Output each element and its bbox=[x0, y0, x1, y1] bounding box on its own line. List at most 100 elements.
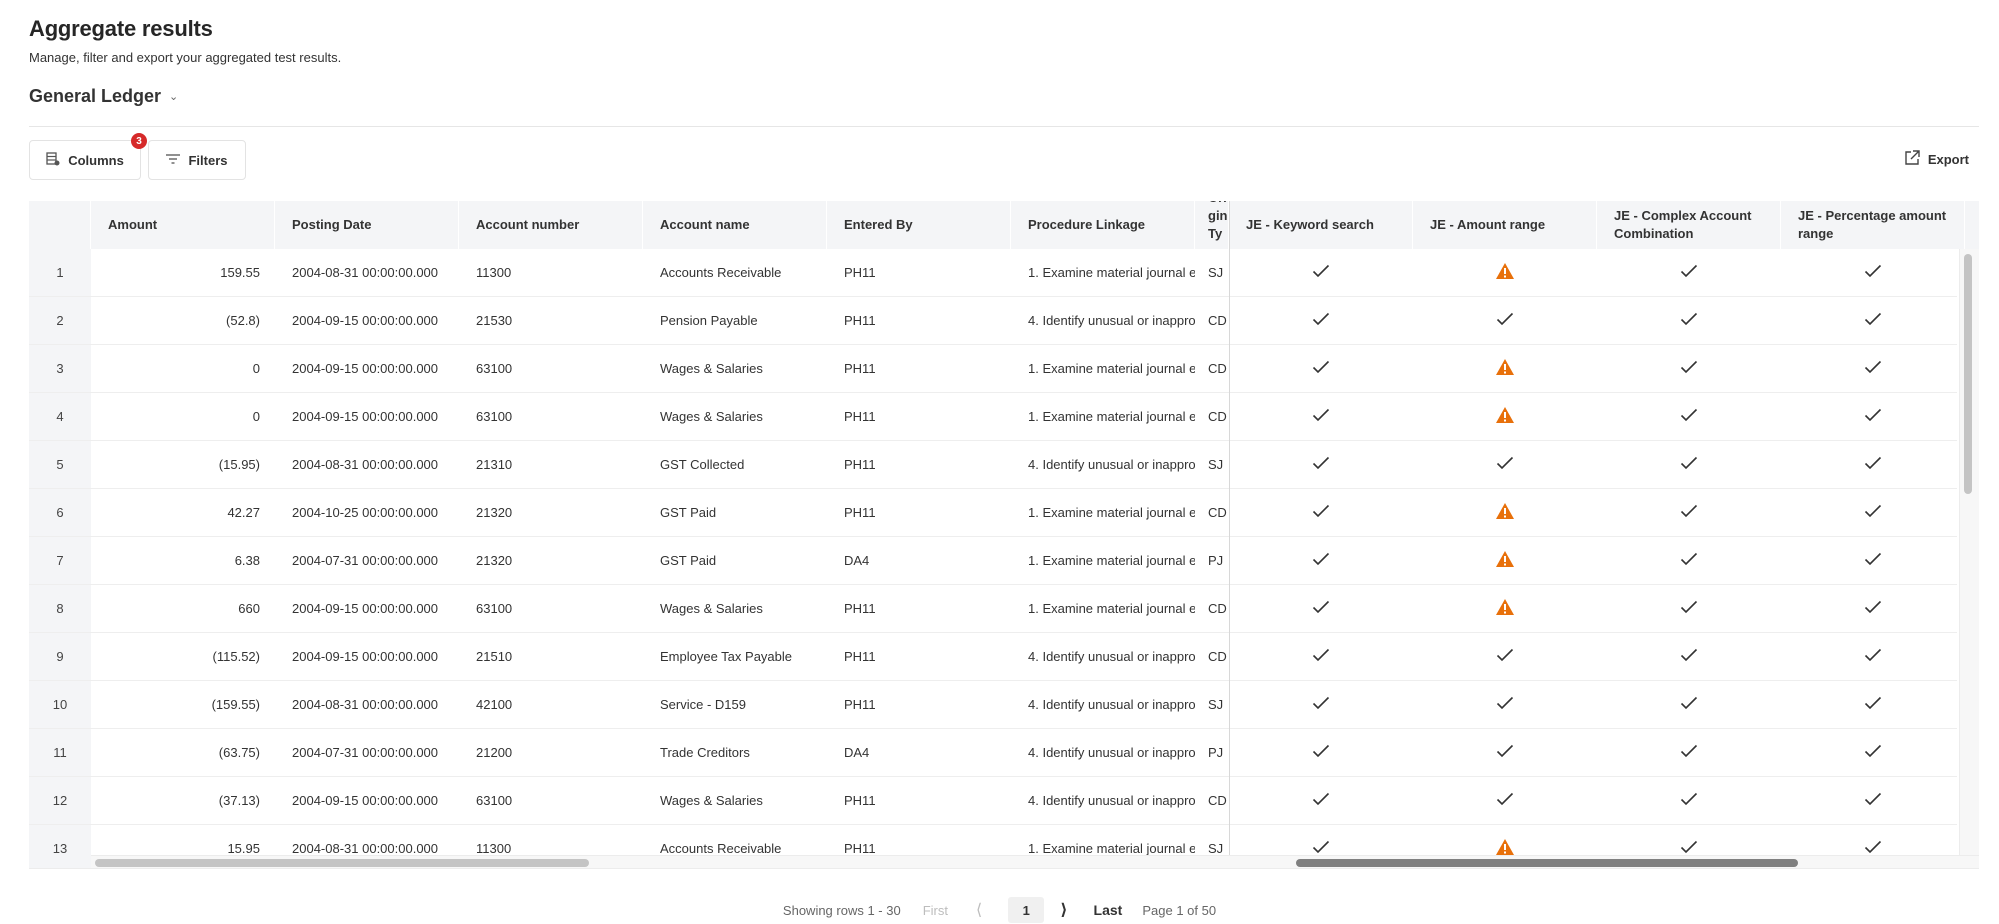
column-header-posting-date[interactable]: Posting Date bbox=[275, 201, 459, 249]
cell-account-name: Wages & Salaries bbox=[660, 409, 763, 424]
cell-account-name: Trade Creditors bbox=[660, 745, 750, 760]
cell-je-percentage-amount-range bbox=[1781, 585, 1965, 632]
table-row[interactable]: 5 (15.95) 2004-08-31 00:00:00.000 21310 GST … bbox=[29, 441, 1957, 489]
check-icon bbox=[1496, 744, 1514, 761]
row-number: 5 bbox=[29, 441, 91, 488]
table-row[interactable]: 4 0 2004-09-15 00:00:00.000 63100 Wages & Sa… bbox=[29, 393, 1957, 441]
cell-je-complex-account-combination bbox=[1597, 633, 1781, 680]
cell-entered-by: PH11 bbox=[844, 409, 876, 424]
cell-entered-by: PH11 bbox=[844, 265, 876, 280]
page-title: Aggregate results bbox=[29, 16, 213, 41]
cell-entered-by: PH11 bbox=[844, 505, 876, 520]
column-header-entered-by[interactable]: Entered By bbox=[827, 201, 1011, 249]
cell-je-amount-range bbox=[1413, 585, 1597, 632]
horizontal-scrollbar[interactable] bbox=[91, 855, 1979, 868]
cell-je-keyword-search bbox=[1229, 441, 1413, 488]
cell-je-keyword-search bbox=[1229, 585, 1413, 632]
cell-amount: (37.13) bbox=[218, 793, 260, 808]
first-page-button[interactable]: First bbox=[923, 903, 948, 918]
horizontal-scrollbar-thumb-left[interactable] bbox=[95, 859, 589, 867]
page-subtitle: Manage, filter and export your aggregate… bbox=[29, 50, 342, 65]
check-icon bbox=[1496, 648, 1514, 665]
check-icon bbox=[1864, 408, 1882, 425]
cell-je-percentage-amount-range bbox=[1781, 345, 1965, 392]
cell-posting-date: 2004-08-31 00:00:00.000 bbox=[292, 697, 439, 712]
cell-amount: 6.38 bbox=[234, 553, 260, 568]
row-number: 3 bbox=[29, 345, 91, 392]
check-icon bbox=[1864, 312, 1882, 329]
check-icon bbox=[1312, 408, 1330, 425]
table-row[interactable]: 7 6.38 2004-07-31 00:00:00.000 21320 GST Pai… bbox=[29, 537, 1957, 585]
cell-account-name: Accounts Receivable bbox=[660, 265, 782, 280]
cell-je-amount-range bbox=[1413, 297, 1597, 344]
column-header-je-complex-account-combination[interactable]: JE - Complex Account Combination bbox=[1597, 201, 1781, 249]
check-icon bbox=[1864, 792, 1882, 809]
table-header: Amount Posting Date Account number Account … bbox=[29, 201, 1979, 249]
external-link-icon bbox=[1904, 150, 1920, 169]
row-number: 1 bbox=[29, 249, 91, 296]
header-divider bbox=[29, 126, 1979, 127]
cell-account-number: 21530 bbox=[476, 313, 513, 328]
cell-procedure-linkage: 4. Identify unusual or inapprop bbox=[1028, 313, 1195, 328]
cell-entered-by: PH11 bbox=[844, 649, 876, 664]
last-page-button[interactable]: Last bbox=[1094, 902, 1123, 918]
horizontal-scrollbar-thumb-right[interactable] bbox=[1296, 859, 1798, 867]
table-row[interactable]: 3 0 2004-09-15 00:00:00.000 63100 Wages & Sa… bbox=[29, 345, 1957, 393]
cell-je-percentage-amount-range bbox=[1781, 681, 1965, 728]
export-button[interactable]: Export bbox=[1904, 150, 1969, 169]
columns-button[interactable]: Columns 3 bbox=[29, 133, 147, 180]
check-icon bbox=[1312, 648, 1330, 665]
columns-icon bbox=[46, 151, 60, 169]
dataset-selector[interactable]: General Ledger ⌄ bbox=[29, 86, 178, 107]
table-row[interactable]: 11 (63.75) 2004-07-31 00:00:00.000 21200 Tra… bbox=[29, 729, 1957, 777]
check-icon bbox=[1312, 504, 1330, 521]
cell-entered-by: PH11 bbox=[844, 601, 876, 616]
cell-origin-type: SJ bbox=[1208, 697, 1224, 712]
column-header-je-percentage-amount-range[interactable]: JE - Percentage amount range bbox=[1781, 201, 1965, 249]
chevron-right-icon[interactable]: ⟩ bbox=[1060, 900, 1067, 920]
export-label: Export bbox=[1927, 152, 1969, 167]
table-row[interactable]: 9 (115.52) 2004-09-15 00:00:00.000 21510 Emp… bbox=[29, 633, 1957, 681]
vertical-scrollbar[interactable] bbox=[1959, 249, 1979, 855]
column-header-account-number[interactable]: Account number bbox=[459, 201, 643, 249]
cell-je-complex-account-combination bbox=[1597, 681, 1781, 728]
check-icon bbox=[1312, 552, 1330, 569]
table-row[interactable]: 12 (37.13) 2004-09-15 00:00:00.000 63100 Wag… bbox=[29, 777, 1957, 825]
filters-button[interactable]: Filters bbox=[148, 140, 246, 180]
pinned-columns-divider bbox=[1229, 201, 1230, 868]
cell-procedure-linkage: 4. Identify unusual or inapprop bbox=[1028, 745, 1195, 760]
column-header-account-name[interactable]: Account name bbox=[643, 201, 827, 249]
column-header-je-amount-range[interactable]: JE - Amount range bbox=[1413, 201, 1597, 249]
cell-je-complex-account-combination bbox=[1597, 441, 1781, 488]
table-row[interactable]: 1 159.55 2004-08-31 00:00:00.000 11300 Accou… bbox=[29, 249, 1957, 297]
warning-icon bbox=[1495, 262, 1515, 283]
table-row[interactable]: 2 (52.8) 2004-09-15 00:00:00.000 21530 Pensi… bbox=[29, 297, 1957, 345]
cell-account-number: 21310 bbox=[476, 457, 513, 472]
cell-procedure-linkage: 1. Examine material journal er bbox=[1028, 601, 1195, 616]
cell-entered-by: PH11 bbox=[844, 697, 876, 712]
column-header-je-keyword-search[interactable]: JE - Keyword search bbox=[1229, 201, 1413, 249]
check-icon bbox=[1496, 456, 1514, 473]
cell-je-complex-account-combination bbox=[1597, 345, 1781, 392]
check-icon bbox=[1312, 312, 1330, 329]
chevron-left-icon[interactable]: ⟨ bbox=[976, 900, 982, 920]
table-row[interactable]: 10 (159.55) 2004-08-31 00:00:00.000 42100 Se… bbox=[29, 681, 1957, 729]
cell-je-amount-range bbox=[1413, 249, 1597, 296]
table-row[interactable]: 6 42.27 2004-10-25 00:00:00.000 21320 GST Pa… bbox=[29, 489, 1957, 537]
column-header-procedure-linkage[interactable]: Procedure Linkage bbox=[1011, 201, 1195, 249]
vertical-scrollbar-thumb[interactable] bbox=[1964, 254, 1972, 494]
warning-icon bbox=[1495, 358, 1515, 379]
cell-origin-type: CD bbox=[1208, 649, 1227, 664]
column-header-origin-type[interactable]: Origin Type bbox=[1195, 201, 1229, 249]
current-page-button[interactable]: 1 bbox=[1008, 897, 1045, 923]
check-icon bbox=[1680, 648, 1698, 665]
check-icon bbox=[1864, 264, 1882, 281]
cell-je-percentage-amount-range bbox=[1781, 393, 1965, 440]
cell-account-number: 63100 bbox=[476, 409, 513, 424]
cell-je-percentage-amount-range bbox=[1781, 441, 1965, 488]
table-row[interactable]: 8 660 2004-09-15 00:00:00.000 63100 Wages & … bbox=[29, 585, 1957, 633]
cell-posting-date: 2004-07-31 00:00:00.000 bbox=[292, 553, 439, 568]
column-header-amount[interactable]: Amount bbox=[91, 201, 275, 249]
cell-posting-date: 2004-09-15 00:00:00.000 bbox=[292, 313, 439, 328]
cell-je-keyword-search bbox=[1229, 393, 1413, 440]
